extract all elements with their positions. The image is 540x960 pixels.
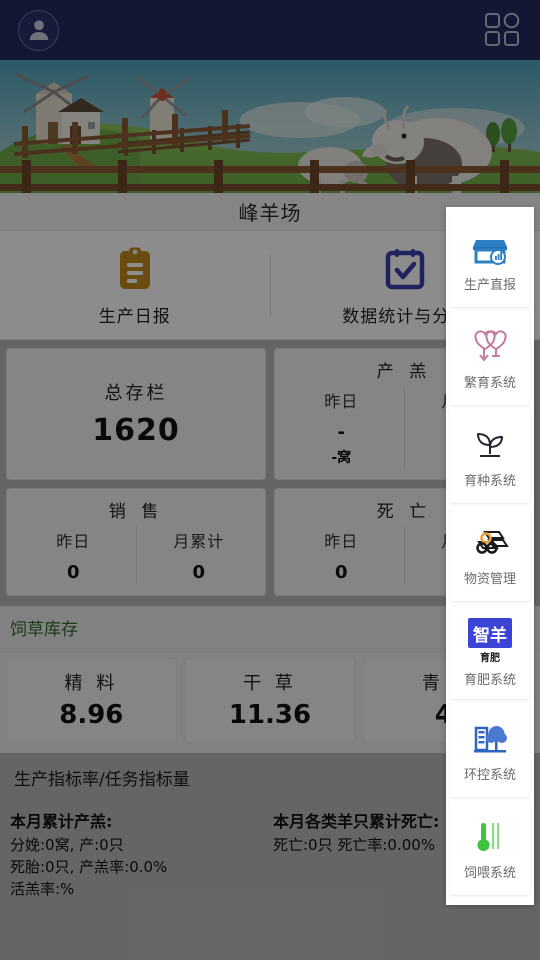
menu-item-breeding-selection[interactable]: 育种系统 <box>450 409 530 503</box>
system-menu-panel: 生产直报 繁育系统 育种系统 物资管理 智羊 育肥 育肥系统 环控系统 饲喂系统 <box>446 207 534 905</box>
calendar-check-icon <box>386 249 425 290</box>
menu-item-label: 物资管理 <box>463 572 516 587</box>
menu-item-fattening[interactable]: 智羊 育肥 育肥系统 <box>450 605 530 699</box>
storefront-chart-icon <box>470 229 510 269</box>
grid-menu-icon[interactable] <box>482 10 522 50</box>
building-tree-icon <box>470 719 510 759</box>
stat-col-yesterday: 昨日 0 <box>11 526 136 585</box>
zhiyang-badge-subtext: 育肥 <box>480 653 500 664</box>
farm-banner-illustration <box>0 60 540 193</box>
stat-col-value: 0 <box>334 562 348 583</box>
stat-col-value-secondary: -窝 <box>331 450 352 466</box>
logs-stack-icon <box>470 523 510 563</box>
farm-banner <box>0 60 540 193</box>
forage-value: 11.36 <box>228 700 312 730</box>
gender-heart-icon <box>470 327 510 367</box>
top-bar <box>0 0 540 60</box>
user-avatar-glyph <box>29 20 48 40</box>
user-avatar-icon[interactable] <box>18 9 59 51</box>
menu-item-label: 繁育系统 <box>463 376 516 391</box>
indicators-line: 死胎:0只, 产羔率:0.0% <box>10 857 168 876</box>
forage-value: 8.96 <box>59 700 124 730</box>
indicators-line: 分娩:0窝, 产:0只 <box>10 836 124 854</box>
thermometer-icon <box>470 817 510 857</box>
stat-title: 总存栏 <box>104 382 168 404</box>
indicators-col-lambing: 本月累计产羔: 分娩:0窝, 产:0只 死胎:0只, 产羔率:0.0% 活羔率:… <box>10 808 267 900</box>
indicators-title: 生产指标率/任务指标量 <box>10 759 255 798</box>
indicators-heading: 本月累计产羔: <box>10 812 113 831</box>
menu-item-material-management[interactable]: 物资管理 <box>450 507 530 601</box>
sprout-leaf-icon <box>470 425 510 465</box>
stat-col-label: 昨日 <box>324 532 359 551</box>
zhiyang-badge-text: 智羊 <box>473 625 507 646</box>
menu-item-label: 生产直报 <box>463 278 516 293</box>
stat-value: 1620 <box>92 412 180 448</box>
stat-col-yesterday: 昨日 0 <box>279 526 404 585</box>
stat-col-label: 昨日 <box>324 392 359 411</box>
stat-col-yesterday: 昨日 - -窝 <box>279 386 404 469</box>
stat-card-sales[interactable]: 销 售 昨日 0 月累计 0 <box>6 488 266 596</box>
stat-split: 昨日 0 月累计 0 <box>11 526 261 585</box>
menu-item-label: 饲喂系统 <box>463 866 516 881</box>
forage-card-concentrate[interactable]: 精 料 8.96 <box>6 658 177 743</box>
stat-card-total-inventory[interactable]: 总存栏 1620 <box>6 348 266 480</box>
menu-item-label: 育种系统 <box>463 474 516 489</box>
zhiyang-badge-icon: 智羊 <box>468 618 512 648</box>
quick-action-daily-report[interactable]: 生产日报 <box>0 245 270 327</box>
menu-item-environment-control[interactable]: 环控系统 <box>450 703 530 797</box>
stat-col-value: 0 <box>66 562 80 583</box>
forage-label: 精 料 <box>64 673 119 694</box>
clipboard-icon <box>119 247 150 289</box>
stat-col-value: 0 <box>192 562 206 583</box>
quick-action-label: 生产日报 <box>98 307 171 327</box>
menu-item-label: 环控系统 <box>463 768 516 783</box>
stat-col-value: - <box>337 422 345 443</box>
menu-item-production-report[interactable]: 生产直报 <box>450 213 530 307</box>
menu-item-label: 育肥系统 <box>463 673 516 688</box>
indicators-line: 活羔率:% <box>10 879 75 898</box>
forage-card-hay[interactable]: 干 草 11.36 <box>184 658 356 743</box>
forage-label: 干 草 <box>243 673 297 694</box>
stat-col-label: 月累计 <box>173 532 225 551</box>
farm-name: 峰羊场 <box>238 201 302 225</box>
menu-item-feeding[interactable]: 饲喂系统 <box>450 801 530 895</box>
stat-title: 销 售 <box>108 502 164 522</box>
stat-col-label: 昨日 <box>56 532 91 551</box>
menu-item-breeding[interactable]: 繁育系统 <box>450 311 530 405</box>
stat-col-month: 月累计 0 <box>135 526 262 585</box>
